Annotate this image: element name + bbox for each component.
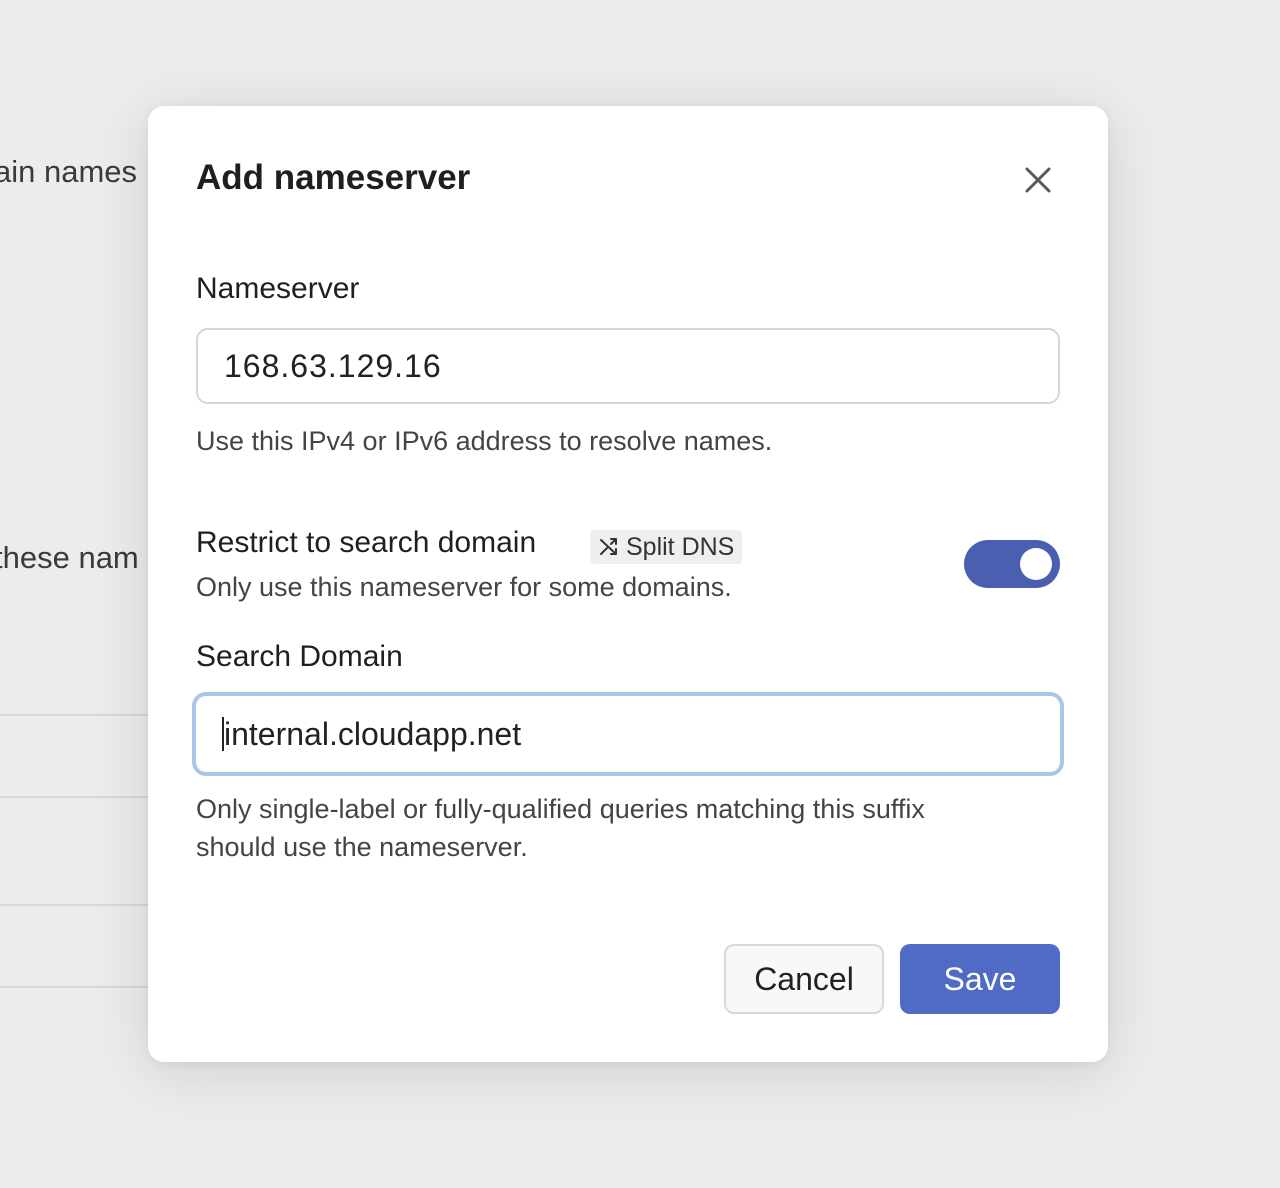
- background-divider: [0, 714, 148, 716]
- dialog-title: Add nameserver: [196, 158, 471, 197]
- add-nameserver-dialog: Add nameserver Nameserver 168.63.129.16 …: [148, 106, 1108, 1062]
- restrict-label: Restrict to search domain: [196, 526, 537, 559]
- nameserver-value: 168.63.129.16: [224, 347, 442, 384]
- search-domain-input[interactable]: internal.cloudapp.net: [192, 692, 1064, 776]
- search-domain-help-line2: should use the nameserver.: [196, 832, 528, 862]
- nameserver-help: Use this IPv4 or IPv6 address to resolve…: [196, 426, 773, 456]
- toggle-knob: [1020, 548, 1052, 580]
- split-dns-badge: Split DNS: [590, 530, 743, 564]
- restrict-toggle[interactable]: [964, 540, 1060, 588]
- close-icon: [1025, 167, 1051, 193]
- cancel-button[interactable]: Cancel: [724, 944, 884, 1014]
- shuffle-icon: [600, 538, 617, 555]
- background-divider: [0, 986, 148, 988]
- nameserver-input[interactable]: 168.63.129.16: [196, 328, 1060, 404]
- close-button[interactable]: [1020, 162, 1056, 198]
- save-button[interactable]: Save: [900, 944, 1060, 1014]
- split-dns-label: Split DNS: [626, 532, 735, 561]
- search-domain-value: internal.cloudapp.net: [224, 715, 522, 752]
- nameserver-label: Nameserver: [196, 272, 360, 305]
- background-text: these nam: [0, 540, 139, 575]
- search-domain-label: Search Domain: [196, 640, 403, 673]
- restrict-help: Only use this nameserver for some domain…: [196, 572, 732, 602]
- background-divider: [0, 796, 148, 798]
- background-divider: [0, 904, 148, 906]
- search-domain-help-line1: Only single-label or fully-qualified que…: [196, 794, 925, 824]
- background-text: ain names: [0, 154, 138, 189]
